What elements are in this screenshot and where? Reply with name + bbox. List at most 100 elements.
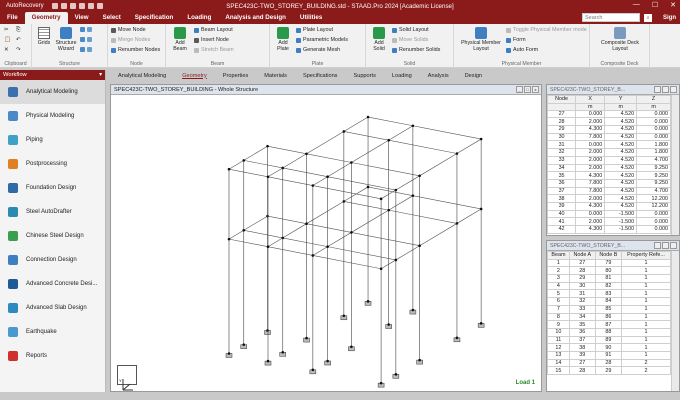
beam-member[interactable]: [412, 125, 482, 140]
node-point[interactable]: [394, 188, 398, 192]
form-button[interactable]: Form: [506, 37, 526, 44]
table-cell[interactable]: 0.000: [575, 140, 606, 150]
node-point[interactable]: [326, 245, 329, 248]
beam-member[interactable]: [327, 246, 396, 261]
table-cell[interactable]: 28: [546, 117, 577, 127]
beam-member[interactable]: [327, 176, 396, 191]
page-tab[interactable]: Supports: [345, 73, 383, 79]
workflow-item[interactable]: Earthquake: [0, 320, 105, 344]
table-cell[interactable]: 38: [568, 343, 596, 352]
table-cell[interactable]: 1: [621, 258, 671, 268]
add-plate-button[interactable]: Add Plate: [274, 27, 292, 52]
table-row[interactable]: 37 7.800 4.520 4.700: [546, 186, 671, 196]
column-header[interactable]: X: [575, 95, 606, 104]
table-cell[interactable]: 8: [547, 312, 570, 322]
table-cell[interactable]: 36: [546, 178, 577, 188]
table-cell[interactable]: 31: [546, 140, 577, 150]
node-point[interactable]: [366, 185, 370, 189]
node-point[interactable]: [266, 144, 269, 148]
table-cell[interactable]: 0.000: [575, 109, 606, 119]
beam-member[interactable]: [243, 145, 268, 161]
table-cell[interactable]: 87: [594, 320, 623, 329]
table-cell[interactable]: 12: [547, 343, 570, 352]
node-point[interactable]: [266, 359, 270, 363]
maximize-button[interactable]: ☐: [652, 1, 658, 9]
beam-member[interactable]: [419, 153, 458, 177]
table-cell[interactable]: 1: [621, 304, 671, 314]
nodes-table[interactable]: Node X Y Zm m m 27 0.000 4.520 0.000 28 2.000 4.520 0…: [546, 95, 671, 234]
view-maximize-button[interactable]: □: [524, 86, 531, 93]
table-row[interactable]: 30 7.800 4.520 0.000: [546, 132, 671, 142]
node-point[interactable]: [418, 358, 421, 362]
table-cell[interactable]: 32: [546, 148, 577, 157]
beam-member[interactable]: [327, 162, 352, 177]
table-cell[interactable]: 0.000: [636, 132, 671, 142]
column-header[interactable]: Node B: [594, 251, 623, 260]
table-cell[interactable]: 0.000: [575, 209, 606, 219]
table-cell[interactable]: 28: [568, 366, 596, 375]
beams-table-scrollbar[interactable]: [671, 251, 679, 391]
merge-nodes-button[interactable]: Merge Nodes: [111, 37, 150, 44]
node-point[interactable]: [342, 130, 346, 133]
nodes-close-button[interactable]: [670, 86, 677, 93]
table-cell[interactable]: 38: [546, 194, 577, 203]
node-point[interactable]: [326, 175, 329, 179]
beam-member[interactable]: [327, 232, 352, 247]
table-row[interactable]: 7 33 85 1: [547, 304, 671, 314]
table-cell[interactable]: 3: [547, 274, 570, 283]
beam-member[interactable]: [282, 237, 328, 247]
table-cell[interactable]: 12.200: [636, 194, 671, 203]
table-cell[interactable]: 33: [568, 304, 596, 314]
table-cell[interactable]: 4.700: [636, 155, 671, 165]
workflow-item[interactable]: Connection Design: [0, 248, 105, 272]
table-cell[interactable]: 4.520: [604, 140, 638, 150]
physical-member-layout-button[interactable]: Physical Member Layout: [458, 27, 504, 52]
table-cell[interactable]: 35: [568, 320, 596, 329]
table-cell[interactable]: 83: [594, 289, 623, 299]
table-cell[interactable]: 4.520: [604, 171, 638, 180]
beams-table-window[interactable]: SPEC423C-TWO_STOREY_B... Beam Node A Node …: [546, 240, 680, 392]
table-cell[interactable]: 4.520: [604, 178, 638, 188]
table-row[interactable]: 14 27 28 2: [547, 358, 671, 368]
beams-minimize-button[interactable]: [654, 242, 661, 249]
table-row[interactable]: 4 30 82 1: [547, 281, 671, 291]
undo-icon[interactable]: ↶: [16, 37, 21, 44]
page-tab[interactable]: Properties: [215, 73, 257, 79]
node-point[interactable]: [350, 345, 353, 349]
table-cell[interactable]: 2: [621, 358, 671, 368]
move-node-button[interactable]: Move Node: [111, 27, 146, 34]
beam-member[interactable]: [343, 131, 389, 141]
beam-member[interactable]: [267, 167, 283, 178]
workflow-item[interactable]: Piping: [0, 128, 105, 152]
table-cell[interactable]: 2: [547, 266, 570, 276]
table-row[interactable]: 38 2.000 4.520 12.200: [546, 194, 671, 203]
table-row[interactable]: 13 39 91 1: [547, 350, 671, 360]
table-cell[interactable]: 9: [547, 320, 570, 329]
menu-specification[interactable]: Specification: [128, 12, 181, 24]
table-cell[interactable]: 1: [621, 281, 671, 291]
table-cell[interactable]: 1: [547, 258, 570, 268]
table-cell[interactable]: 28: [594, 358, 623, 368]
table-row[interactable]: 41 2.000 -1.500 0.000: [546, 217, 671, 226]
workflow-item[interactable]: Foundation Design: [0, 176, 105, 200]
table-cell[interactable]: -1.500: [604, 209, 638, 219]
node-point[interactable]: [455, 336, 459, 340]
beam-member[interactable]: [367, 186, 413, 196]
table-cell[interactable]: 91: [594, 350, 623, 360]
table-cell[interactable]: 27: [568, 358, 596, 368]
translational-repeat-icon[interactable]: [80, 37, 94, 42]
composite-deck-layout-button[interactable]: Composite Deck Layout: [596, 27, 644, 52]
beam-member[interactable]: [306, 153, 352, 163]
nodes-minimize-button[interactable]: [654, 86, 661, 93]
minimize-button[interactable]: —: [633, 1, 640, 9]
table-row[interactable]: 15 28 29 2: [547, 366, 671, 375]
table-row[interactable]: 3 29 81 1: [547, 274, 671, 283]
view-close-button[interactable]: x: [532, 86, 539, 93]
undo-icon[interactable]: [69, 3, 76, 9]
workflow-item[interactable]: Chinese Steel Design: [0, 224, 105, 248]
node-point[interactable]: [342, 200, 346, 203]
node-point[interactable]: [418, 174, 421, 178]
add-solid-button[interactable]: Add Solid: [370, 27, 388, 52]
node-point[interactable]: [311, 254, 315, 257]
delete-icon[interactable]: ✕: [4, 47, 9, 54]
